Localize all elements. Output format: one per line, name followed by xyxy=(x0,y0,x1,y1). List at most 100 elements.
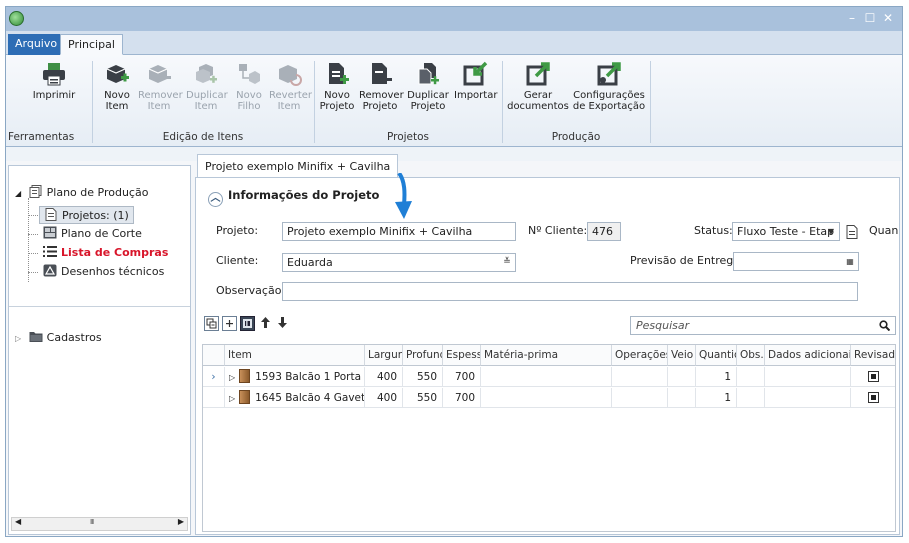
maximize-button[interactable]: ☐ xyxy=(862,10,878,26)
column-header-espessura[interactable]: Espessura xyxy=(443,345,481,366)
cell-dados-adicionais[interactable] xyxy=(765,367,851,387)
document-details-icon[interactable] xyxy=(846,225,858,239)
projeto-input[interactable]: Projeto exemplo Minifix + Cavilha xyxy=(282,222,516,241)
box-remove-icon xyxy=(148,65,171,83)
tree-item-plano-corte[interactable]: Plano de Corte xyxy=(43,225,142,243)
remover-projeto-button[interactable]: Remover Projeto xyxy=(359,61,404,112)
search-icon[interactable] xyxy=(879,320,890,331)
duplicar-projeto-button[interactable]: Duplicar Projeto xyxy=(407,61,449,112)
column-header-item[interactable]: Item xyxy=(225,345,365,366)
cell-quantidade[interactable]: 1 xyxy=(696,367,737,387)
cell-profundidade[interactable]: 550 xyxy=(403,367,443,387)
close-button[interactable]: ✕ xyxy=(880,10,896,26)
novo-item-button[interactable]: Novo Item xyxy=(100,61,134,112)
tab-principal[interactable]: Principal xyxy=(60,34,123,55)
column-header-largura[interactable]: Largura xyxy=(365,345,403,366)
column-header-obs[interactable]: Obs. xyxy=(737,345,765,366)
scroll-left-icon[interactable]: ◀ xyxy=(15,517,21,526)
cliente-select[interactable]: Eduarda ≚ xyxy=(282,253,516,272)
projeto-label: Projeto: xyxy=(216,224,259,237)
reverter-item-label-1: Reverter xyxy=(269,90,313,101)
ribbon-tab-strip: Arquivo Principal xyxy=(6,31,902,55)
collapse-all-button[interactable] xyxy=(204,316,219,331)
section-header-informacoes[interactable]: ︿ Informações do Projeto xyxy=(208,188,379,207)
group-label-projetos: Projetos xyxy=(386,131,430,143)
column-header-dados-adicionais[interactable]: Dados adicionais xyxy=(765,345,851,366)
revisado-checkbox[interactable] xyxy=(867,371,879,382)
cell-espessura[interactable]: 700 xyxy=(443,388,481,408)
observacao-label: Observação: xyxy=(216,284,286,297)
scroll-thumb[interactable]: III xyxy=(90,518,94,526)
panel-divider xyxy=(9,306,190,307)
cell-materia-prima[interactable] xyxy=(481,388,612,408)
revisado-checkbox[interactable] xyxy=(867,392,879,403)
tree-item-desenhos-tecnicos[interactable]: Desenhos técnicos xyxy=(43,263,164,281)
cell-obs[interactable] xyxy=(737,388,765,408)
column-header-veio[interactable]: Veio xyxy=(668,345,696,366)
cell-materia-prima[interactable] xyxy=(481,367,612,387)
scroll-right-icon[interactable]: ▶ xyxy=(178,517,184,526)
row-indicator xyxy=(203,388,225,408)
collapse-triangle-icon[interactable]: ◢ xyxy=(15,189,21,198)
configuracoes-exportacao-button[interactable]: Configurações de Exportação xyxy=(572,61,646,112)
arrow-up-icon xyxy=(261,317,270,328)
gerar-documentos-button[interactable]: Gerar documentos xyxy=(506,61,570,112)
expand-row-icon[interactable]: ▷ xyxy=(229,394,235,403)
cell-operacoes[interactable] xyxy=(612,367,668,387)
table-row[interactable]: ▷ 1645 Balcão 4 Gavetas xyxy=(225,388,365,408)
move-up-button[interactable] xyxy=(258,316,273,331)
cell-veio[interactable] xyxy=(668,367,696,387)
tree-item-lista-compras[interactable]: Lista de Compras xyxy=(43,244,168,262)
status-select[interactable]: Fluxo Teste - Etap ▼ xyxy=(732,222,840,241)
double-chevron-down-icon[interactable]: ≚ xyxy=(501,254,513,271)
tree-item-projetos[interactable]: Projetos: (1) xyxy=(39,206,134,224)
column-header-profundidade[interactable]: Profundidade xyxy=(403,345,443,366)
search-input[interactable]: Pesquisar xyxy=(630,316,896,335)
tab-arquivo[interactable]: Arquivo xyxy=(8,34,65,55)
chevron-up-icon[interactable]: ︿ xyxy=(208,192,223,207)
importar-button[interactable]: Importar xyxy=(454,61,497,101)
minimize-button[interactable]: – xyxy=(844,10,860,26)
box-add-icon xyxy=(106,65,129,83)
novo-projeto-button[interactable]: Novo Projeto xyxy=(318,61,356,112)
calendar-icon[interactable]: ▦ xyxy=(844,253,856,270)
column-header-quantidade[interactable]: Quantidade xyxy=(696,345,737,366)
cell-obs[interactable] xyxy=(737,367,765,387)
cell-revisado[interactable] xyxy=(851,388,895,408)
id-toggle-button[interactable] xyxy=(240,316,255,331)
dropdown-arrow-icon[interactable]: ▼ xyxy=(825,223,837,240)
expand-row-icon[interactable]: ▷ xyxy=(229,373,235,382)
title-bar: – ☐ ✕ xyxy=(6,7,902,31)
tab-projeto-document[interactable]: Projeto exemplo Minifix + Cavilha xyxy=(197,154,399,178)
reverter-item-button[interactable]: Reverter Item xyxy=(269,61,313,112)
cell-veio[interactable] xyxy=(668,388,696,408)
import-icon xyxy=(463,61,488,86)
observacao-input[interactable] xyxy=(282,282,858,301)
numero-cliente-field: 476 xyxy=(587,222,621,241)
expand-all-button[interactable] xyxy=(222,316,237,331)
cell-largura[interactable]: 400 xyxy=(365,367,403,387)
duplicar-item-button[interactable]: Duplicar Item xyxy=(186,61,228,112)
column-header-materia-prima[interactable]: Matéria-prima xyxy=(481,345,612,366)
previsao-entrega-date-input[interactable]: ▦ xyxy=(733,252,859,271)
expand-triangle-icon[interactable]: ▷ xyxy=(15,334,21,343)
cell-largura[interactable]: 400 xyxy=(365,388,403,408)
cell-profundidade[interactable]: 550 xyxy=(403,388,443,408)
remover-item-button[interactable]: Remover Item xyxy=(138,61,183,112)
column-header-operacoes[interactable]: Operações xyxy=(612,345,668,366)
cell-dados-adicionais[interactable] xyxy=(765,388,851,408)
novo-filho-button[interactable]: Novo Filho xyxy=(232,61,266,112)
cell-operacoes[interactable] xyxy=(612,388,668,408)
imprimir-button[interactable]: Imprimir xyxy=(32,61,76,101)
remover-projeto-label-1: Remover xyxy=(359,90,404,101)
tree-root-cadastros[interactable]: ▷ Cadastros xyxy=(15,329,102,347)
tree-root-plano-producao[interactable]: ◢ Plano de Produção xyxy=(15,184,148,202)
cell-revisado[interactable] xyxy=(851,367,895,387)
table-row[interactable]: ▷ 1593 Balcão 1 Porta xyxy=(225,367,365,387)
cell-quantidade[interactable]: 1 xyxy=(696,388,737,408)
tree-horizontal-scrollbar[interactable]: ◀ III ▶ xyxy=(11,517,188,531)
callout-arrow-icon xyxy=(395,173,412,219)
move-down-button[interactable] xyxy=(275,316,290,331)
column-header-revisado[interactable]: Revisado xyxy=(851,345,895,366)
cell-espessura[interactable]: 700 xyxy=(443,367,481,387)
